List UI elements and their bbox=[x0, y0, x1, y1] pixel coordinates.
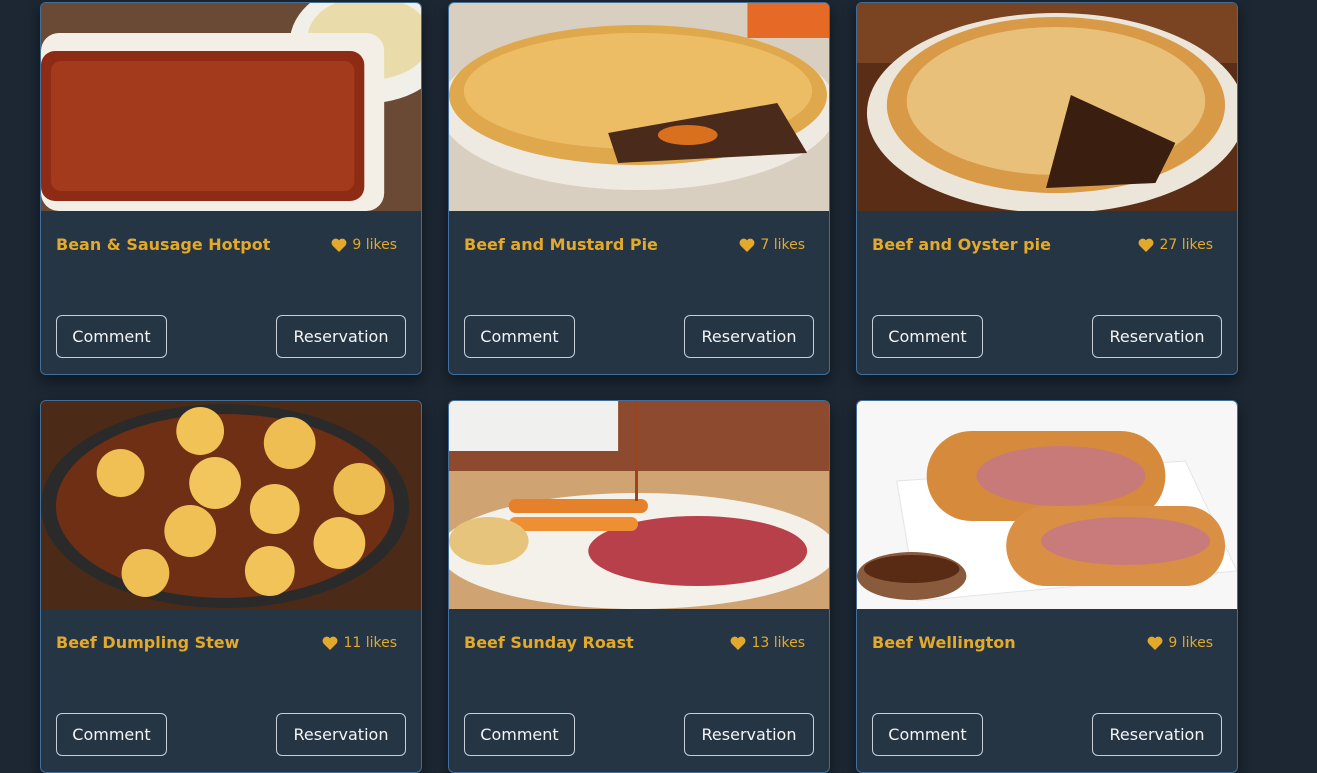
likes-count[interactable]: 11 likes bbox=[322, 635, 397, 651]
meal-card: Bean & Sausage Hotpot 9 likes Comment Re… bbox=[40, 2, 422, 375]
meal-title: Bean & Sausage Hotpot bbox=[56, 235, 271, 254]
comment-button[interactable]: Comment bbox=[464, 315, 575, 358]
reservation-button[interactable]: Reservation bbox=[684, 315, 814, 358]
meal-card: Beef and Oyster pie 27 likes Comment Res… bbox=[856, 2, 1238, 375]
likes-label: 7 likes bbox=[760, 237, 805, 253]
meal-grid: Bean & Sausage Hotpot 9 likes Comment Re… bbox=[40, 2, 1238, 773]
meal-photo-wellington bbox=[857, 401, 1237, 609]
reservation-button[interactable]: Reservation bbox=[276, 713, 406, 756]
comment-button[interactable]: Comment bbox=[872, 713, 983, 756]
likes-label: 27 likes bbox=[1159, 237, 1213, 253]
meal-title: Beef Dumpling Stew bbox=[56, 633, 240, 652]
meal-title: Beef and Oyster pie bbox=[872, 235, 1051, 254]
comment-button[interactable]: Comment bbox=[56, 713, 167, 756]
likes-label: 9 likes bbox=[352, 237, 397, 253]
reservation-button[interactable]: Reservation bbox=[1092, 713, 1222, 756]
meal-photo-dumpling-stew bbox=[41, 401, 421, 609]
heart-icon[interactable] bbox=[331, 238, 347, 252]
meal-card: Beef Dumpling Stew 11 likes Comment Rese… bbox=[40, 400, 422, 773]
meal-photo-oyster-pie bbox=[857, 3, 1237, 211]
comment-button[interactable]: Comment bbox=[56, 315, 167, 358]
comment-button[interactable]: Comment bbox=[464, 713, 575, 756]
reservation-button[interactable]: Reservation bbox=[684, 713, 814, 756]
likes-count[interactable]: 13 likes bbox=[730, 635, 805, 651]
comment-button[interactable]: Comment bbox=[872, 315, 983, 358]
heart-icon[interactable] bbox=[730, 636, 746, 650]
likes-count[interactable]: 9 likes bbox=[1147, 635, 1213, 651]
heart-icon[interactable] bbox=[322, 636, 338, 650]
likes-count[interactable]: 7 likes bbox=[739, 237, 805, 253]
meal-photo-sunday-roast bbox=[449, 401, 829, 609]
meal-card: Beef Wellington 9 likes Comment Reservat… bbox=[856, 400, 1238, 773]
likes-label: 13 likes bbox=[751, 635, 805, 651]
reservation-button[interactable]: Reservation bbox=[1092, 315, 1222, 358]
meal-photo-mustard-pie bbox=[449, 3, 829, 211]
heart-icon[interactable] bbox=[739, 238, 755, 252]
meal-title: Beef Sunday Roast bbox=[464, 633, 634, 652]
meal-title: Beef Wellington bbox=[872, 633, 1016, 652]
meal-card: Beef Sunday Roast 13 likes Comment Reser… bbox=[448, 400, 830, 773]
likes-label: 9 likes bbox=[1168, 635, 1213, 651]
reservation-button[interactable]: Reservation bbox=[276, 315, 406, 358]
likes-label: 11 likes bbox=[343, 635, 397, 651]
likes-count[interactable]: 27 likes bbox=[1138, 237, 1213, 253]
heart-icon[interactable] bbox=[1138, 238, 1154, 252]
meal-photo-hotpot bbox=[41, 3, 421, 211]
likes-count[interactable]: 9 likes bbox=[331, 237, 397, 253]
heart-icon[interactable] bbox=[1147, 636, 1163, 650]
meal-card: Beef and Mustard Pie 7 likes Comment Res… bbox=[448, 2, 830, 375]
meal-title: Beef and Mustard Pie bbox=[464, 235, 658, 254]
